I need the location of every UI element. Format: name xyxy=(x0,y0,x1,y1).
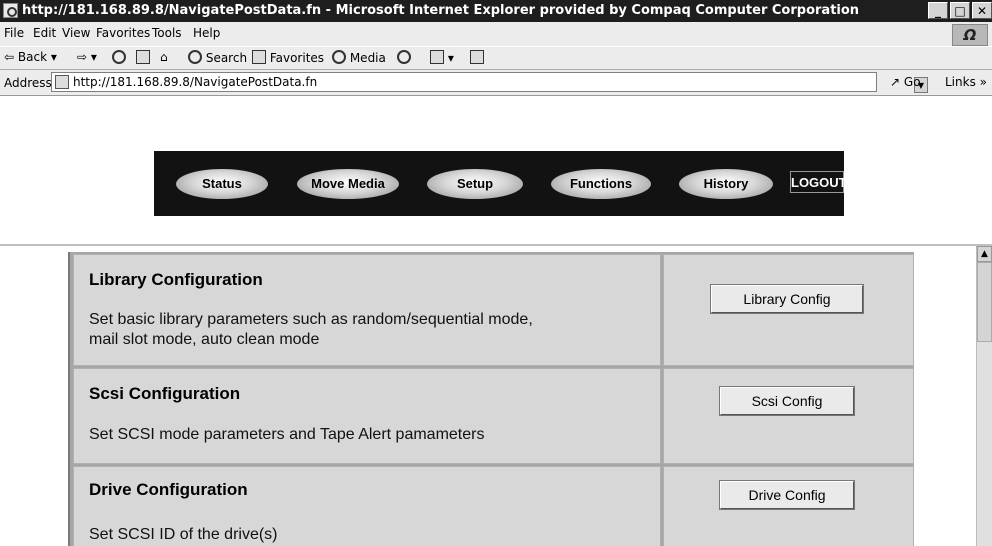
drive-config-info-cell: Drive Configuration Set SCSI ID of the d… xyxy=(73,466,661,546)
library-config-desc-line1: Set basic library parameters such as ran… xyxy=(89,311,533,328)
library-config-title: Library Configuration xyxy=(89,270,263,289)
nav-setup-button[interactable]: Setup xyxy=(427,169,523,199)
menu-edit[interactable]: Edit xyxy=(33,26,56,40)
compaq-logo-icon: Ω xyxy=(952,24,988,46)
stop-button[interactable] xyxy=(112,50,126,65)
menu-help[interactable]: Help xyxy=(193,26,220,40)
print-button[interactable] xyxy=(470,50,484,65)
address-bar: Address http://181.168.89.8/NavigatePost… xyxy=(0,70,992,96)
back-dropdown-icon: ▾ xyxy=(50,50,57,64)
forward-dropdown-icon: ▾ xyxy=(90,50,97,64)
close-button[interactable]: ✕ xyxy=(972,2,992,19)
scsi-config-button-cell: Scsi Config xyxy=(663,368,914,464)
menu-view[interactable]: View xyxy=(62,26,90,40)
back-label: Back xyxy=(17,50,48,64)
history-icon xyxy=(397,50,411,64)
drive-config-title: Drive Configuration xyxy=(89,480,248,499)
favorites-label: Favorites xyxy=(269,51,325,65)
favorites-button[interactable]: Favorites xyxy=(252,50,324,65)
search-label: Search xyxy=(205,51,248,65)
search-button[interactable]: Search xyxy=(188,50,247,65)
stop-icon xyxy=(112,50,126,64)
refresh-icon xyxy=(136,50,150,64)
menu-tools[interactable]: Tools xyxy=(152,26,182,40)
drive-config-desc: Set SCSI ID of the drive(s) xyxy=(89,526,278,543)
links-label: Links xyxy=(945,75,976,89)
drive-config-button[interactable]: Drive Config xyxy=(720,481,854,509)
scroll-up-arrow-icon[interactable]: ▲ xyxy=(977,246,992,262)
back-arrow-icon: ⇦ xyxy=(4,50,15,64)
go-label: Go xyxy=(903,75,921,89)
window-title: http://181.168.89.8/NavigatePostData.fn … xyxy=(22,3,860,18)
page-scrollbar[interactable]: ▲ xyxy=(976,246,992,546)
back-button[interactable]: ⇦ Back ▾ xyxy=(4,50,57,64)
minimize-button[interactable]: _ xyxy=(928,2,948,19)
library-config-button-cell: Library Config xyxy=(663,254,914,366)
forward-button[interactable]: ⇨ ▾ xyxy=(77,50,97,64)
config-table: Library Configuration Set basic library … xyxy=(68,252,914,546)
menu-favorites[interactable]: Favorites xyxy=(96,26,150,40)
menu-file[interactable]: File xyxy=(4,26,24,40)
address-label: Address xyxy=(4,76,52,90)
mail-icon xyxy=(430,50,444,64)
links-button[interactable]: Links » xyxy=(945,75,987,89)
window-controls: _ □ ✕ xyxy=(928,2,992,19)
go-arrow-icon: ↗ xyxy=(890,75,901,89)
page-icon xyxy=(55,75,69,89)
mail-button[interactable]: ▾ xyxy=(430,50,454,65)
menu-bar: File Edit View Favorites Tools Help xyxy=(0,22,992,46)
address-url: http://181.168.89.8/NavigatePostData.fn xyxy=(73,75,318,89)
refresh-button[interactable] xyxy=(136,50,150,65)
scsi-config-desc: Set SCSI mode parameters and Tape Alert … xyxy=(89,426,485,443)
page-content: Status Move Media Setup Functions Histor… xyxy=(0,96,992,546)
scsi-config-title: Scsi Configuration xyxy=(89,384,241,403)
search-icon xyxy=(188,50,202,64)
scsi-config-button[interactable]: Scsi Config xyxy=(720,387,854,415)
logout-button[interactable]: LOGOUT xyxy=(790,171,847,193)
maximize-button[interactable]: □ xyxy=(950,2,970,19)
mail-dropdown-icon: ▾ xyxy=(447,51,454,65)
print-icon xyxy=(470,50,484,64)
home-button[interactable]: ⌂ xyxy=(160,50,168,64)
media-button[interactable]: Media xyxy=(332,50,386,65)
ie-app-icon xyxy=(3,3,18,18)
nav-banner: Status Move Media Setup Functions Histor… xyxy=(154,151,847,216)
home-icon: ⌂ xyxy=(160,50,168,64)
nav-move-media-button[interactable]: Move Media xyxy=(297,169,399,199)
forward-arrow-icon: ⇨ xyxy=(77,50,88,64)
media-icon xyxy=(332,50,346,64)
go-button[interactable]: ↗ Go xyxy=(890,75,921,89)
library-config-button[interactable]: Library Config xyxy=(711,285,863,313)
divider xyxy=(0,244,992,246)
nav-functions-button[interactable]: Functions xyxy=(551,169,651,199)
scroll-thumb[interactable] xyxy=(977,262,992,342)
address-input[interactable]: http://181.168.89.8/NavigatePostData.fn … xyxy=(51,72,928,93)
scsi-config-info-cell: Scsi Configuration Set SCSI mode paramet… xyxy=(73,368,661,464)
library-config-info-cell: Library Configuration Set basic library … xyxy=(73,254,661,366)
history-button[interactable] xyxy=(397,50,411,65)
drive-config-button-cell: Drive Config xyxy=(663,466,914,546)
nav-status-button[interactable]: Status xyxy=(176,169,268,199)
window-title-bar: http://181.168.89.8/NavigatePostData.fn … xyxy=(0,0,992,22)
library-config-desc-line2: mail slot mode, auto clean mode xyxy=(89,331,320,348)
media-label: Media xyxy=(349,51,386,65)
favorites-icon xyxy=(252,50,266,64)
nav-history-button[interactable]: History xyxy=(679,169,773,199)
browser-toolbar: ⇦ Back ▾ ⇨ ▾ ⌂ Search Favorites Media ▾ xyxy=(0,46,992,70)
links-chevron-icon: » xyxy=(979,75,987,89)
